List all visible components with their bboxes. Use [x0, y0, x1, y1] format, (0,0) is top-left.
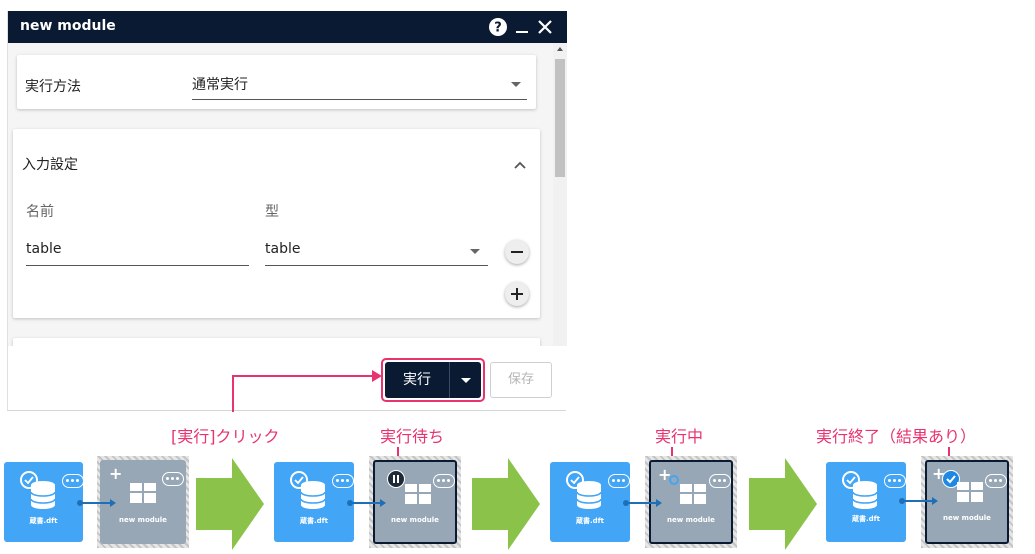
- module-node[interactable]: new module: [373, 460, 457, 544]
- exec-method-label: 実行方法: [25, 79, 81, 95]
- module-icon: [680, 484, 706, 504]
- type-select-value: table: [265, 241, 301, 257]
- module-node-caption: new module: [119, 516, 167, 524]
- next-card: [13, 338, 540, 346]
- close-icon[interactable]: [534, 16, 556, 38]
- more-icon[interactable]: [62, 474, 84, 488]
- chevron-down-icon: [461, 378, 471, 383]
- module-icon: [957, 482, 983, 502]
- scroll-thumb[interactable]: [555, 59, 565, 177]
- dialog-title: new module: [20, 18, 116, 34]
- dialog-titlebar: new module ?: [8, 11, 567, 43]
- database-icon: [300, 481, 326, 509]
- svg-text:?: ?: [494, 21, 502, 36]
- minimize-icon[interactable]: [511, 16, 533, 38]
- plus-icon: +: [109, 464, 123, 483]
- source-node-caption: 蔵書.dft: [299, 517, 329, 525]
- database-icon: [852, 481, 878, 509]
- scrollbar[interactable]: [553, 43, 567, 356]
- dialog-footer: 実行 保存: [8, 346, 567, 410]
- next-stage-arrow-icon: [749, 458, 817, 550]
- database-icon: [576, 481, 602, 509]
- pause-icon: [387, 470, 405, 488]
- annotation-waiting: 実行待ち: [380, 427, 445, 446]
- exec-method-select[interactable]: 通常実行: [192, 74, 527, 100]
- run-button-label: 実行: [403, 372, 431, 388]
- run-dropdown-button[interactable]: [450, 362, 481, 398]
- more-icon[interactable]: [433, 474, 455, 488]
- input-section-title: 入力設定: [22, 157, 78, 173]
- scroll-up-icon[interactable]: [557, 47, 563, 51]
- more-icon[interactable]: [162, 472, 184, 486]
- module-node-caption: new module: [391, 516, 439, 524]
- more-icon[interactable]: [332, 474, 354, 488]
- input-settings-card: 入力設定 名前 型 table table: [13, 129, 540, 318]
- annotation-running: 実行中: [655, 427, 704, 446]
- module-node[interactable]: + new module: [100, 460, 186, 544]
- source-node[interactable]: 蔵書.dft: [550, 462, 630, 542]
- source-node-caption: 蔵書.dft: [29, 517, 58, 525]
- module-node[interactable]: + new module: [925, 460, 1009, 544]
- help-icon[interactable]: ?: [487, 16, 509, 38]
- more-icon[interactable]: [985, 474, 1007, 488]
- stage: new module ? 実行方法 通常実行 入力設定 名前 型 table t…: [0, 0, 1035, 554]
- type-select[interactable]: table: [265, 241, 488, 266]
- more-icon[interactable]: [884, 474, 906, 488]
- module-icon: [130, 483, 156, 503]
- chevron-up-icon[interactable]: [513, 155, 527, 169]
- add-row-button[interactable]: [505, 282, 529, 306]
- annotation-finished: 実行終了（結果あり）: [816, 427, 977, 446]
- module-node-caption: new module: [943, 514, 991, 522]
- database-icon: [30, 481, 56, 509]
- source-node[interactable]: 蔵書.dft: [4, 462, 84, 542]
- source-node[interactable]: 蔵書.dft: [826, 462, 906, 542]
- module-dialog: new module ? 実行方法 通常実行 入力設定 名前 型 table t…: [7, 11, 567, 411]
- more-icon[interactable]: [608, 474, 630, 488]
- save-button[interactable]: 保存: [490, 362, 552, 398]
- module-node[interactable]: + new module: [649, 460, 733, 544]
- source-node-caption: 蔵書.dft: [851, 515, 881, 523]
- annotation-click-run: [実行]クリック: [171, 427, 280, 446]
- source-node-caption: 蔵書.dft: [575, 517, 605, 525]
- column-header-type: 型: [265, 204, 279, 220]
- remove-row-button[interactable]: [505, 240, 529, 264]
- source-node[interactable]: 蔵書.dft: [274, 462, 354, 542]
- name-field-value: table: [26, 241, 62, 257]
- exec-method-card: 実行方法 通常実行: [17, 55, 536, 109]
- module-node-caption: new module: [667, 516, 715, 524]
- next-stage-arrow-icon: [472, 458, 540, 550]
- next-stage-arrow-icon: [196, 458, 264, 550]
- spinner-icon: [669, 475, 679, 485]
- module-icon: [405, 484, 431, 504]
- run-button[interactable]: 実行: [385, 362, 481, 398]
- more-icon[interactable]: [709, 474, 731, 488]
- exec-method-value: 通常実行: [192, 77, 248, 93]
- column-header-name: 名前: [26, 204, 54, 220]
- dialog-content: 実行方法 通常実行 入力設定 名前 型 table table: [8, 43, 553, 346]
- chevron-down-icon: [511, 82, 521, 87]
- name-field[interactable]: table: [26, 241, 249, 266]
- chevron-down-icon: [470, 249, 480, 254]
